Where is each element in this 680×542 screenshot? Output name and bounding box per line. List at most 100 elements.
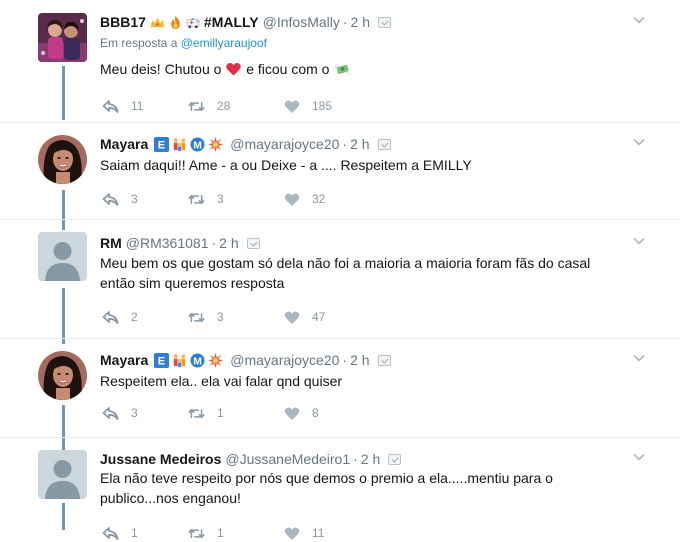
retweet-icon <box>188 408 205 418</box>
reply-count: 2 <box>131 310 138 324</box>
like-button[interactable]: 185 <box>284 99 332 114</box>
timestamp[interactable]: 2 h <box>350 136 369 152</box>
like-count: 8 <box>312 406 319 420</box>
name-emojis <box>150 15 204 30</box>
tweet-text: Meu deis! Chutou o e ficou com o <box>100 59 660 79</box>
reply-icon <box>102 310 119 324</box>
chevron-down-icon[interactable] <box>633 352 645 364</box>
reply-icon <box>102 192 119 206</box>
avatar[interactable] <box>38 351 87 400</box>
tweet-header: Jussane Medeiros @JussaneMedeiro1 · 2 h <box>100 448 402 470</box>
tweet-text-line: publico...nos enganou! <box>100 490 241 506</box>
tweet-text-part: e ficou com o <box>246 61 330 77</box>
heart-icon <box>284 310 300 324</box>
chevron-down-icon[interactable] <box>633 136 645 148</box>
reply-count: 3 <box>131 406 138 420</box>
user-handle[interactable]: @mayarajoyce20 <box>230 136 339 152</box>
display-name[interactable]: BBB17 <box>100 14 146 30</box>
user-handle[interactable]: @InfosMally <box>263 14 340 30</box>
money-with-wings-emoji <box>334 64 351 75</box>
separator-dot: · <box>353 451 358 467</box>
display-name[interactable]: Jussane Medeiros <box>100 451 221 467</box>
like-button[interactable]: 32 <box>284 192 325 207</box>
timestamp[interactable]: 2 h <box>219 235 238 251</box>
chevron-down-icon[interactable] <box>633 14 645 26</box>
reply-button[interactable]: 3 <box>102 406 188 421</box>
tweet-text: Meu bem os que gostam só dela não foi a … <box>100 253 660 293</box>
tweet-actions: 1 1 11 <box>102 524 324 542</box>
retweet-icon <box>188 101 205 111</box>
collision-emoji <box>208 352 224 368</box>
retweet-button[interactable]: 3 <box>188 192 284 207</box>
thread-line <box>62 66 65 120</box>
reply-label: Em resposta a <box>100 36 178 50</box>
retweet-count: 28 <box>217 99 231 113</box>
reply-button[interactable]: 2 <box>102 310 188 325</box>
tweet-text-line: então sim queremos resposta <box>100 275 285 291</box>
user-handle[interactable]: @RM361081 <box>126 235 209 251</box>
timestamp[interactable]: 2 h <box>351 14 370 30</box>
heart-icon <box>284 526 300 540</box>
avatar[interactable] <box>38 450 87 499</box>
timestamp[interactable]: 2 h <box>350 352 369 368</box>
collision-emoji <box>208 136 224 152</box>
tweet-actions: 11 28 185 <box>102 97 332 115</box>
tweet-separator <box>0 219 680 220</box>
like-button[interactable]: 47 <box>284 310 325 325</box>
timestamp[interactable]: 2 h <box>361 451 380 467</box>
display-name[interactable]: RM <box>100 235 122 251</box>
user-handle[interactable]: @JussaneMedeiro1 <box>225 451 350 467</box>
svg-text:E: E <box>158 139 166 151</box>
retweet-button[interactable]: 1 <box>188 406 284 421</box>
tweet-separator <box>0 122 680 123</box>
circled-m-emoji: M <box>190 136 205 152</box>
reply-count: 1 <box>131 526 138 540</box>
tweet-header: Mayara E M @mayarajoyce20 · 2 h <box>100 133 391 155</box>
default-avatar-icon <box>38 450 87 499</box>
tweet-text-line: Ela não teve respeito por nós que demos … <box>100 470 553 486</box>
thread-line <box>62 190 65 230</box>
retweet-icon <box>188 312 205 322</box>
reply-context: Em resposta a @emillyaraujoof <box>100 36 267 50</box>
chevron-down-icon[interactable] <box>633 451 645 463</box>
retweet-count: 3 <box>217 192 224 206</box>
family-emoji <box>174 353 186 367</box>
tweet-text: Respeitem ela.. ela vai falar qnd quiser <box>100 373 343 389</box>
tweet-actions: 2 3 47 <box>102 308 325 326</box>
red-heart-emoji <box>226 62 242 76</box>
avatar[interactable] <box>38 13 87 62</box>
thread-line <box>62 405 65 450</box>
retweet-button[interactable]: 28 <box>188 99 284 114</box>
avatar[interactable] <box>38 232 87 281</box>
svg-text:E: E <box>158 355 166 367</box>
retweet-icon <box>188 528 205 538</box>
display-name[interactable]: Mayara <box>100 136 148 152</box>
heart-icon <box>284 99 300 113</box>
retweet-button[interactable]: 3 <box>188 310 284 325</box>
heart-icon <box>284 192 300 206</box>
retweet-button[interactable]: 1 <box>188 526 284 541</box>
avatar[interactable] <box>38 135 87 184</box>
heart-icon <box>284 406 300 420</box>
separator-dot: · <box>342 136 348 152</box>
tweet-actions: 3 3 32 <box>102 190 325 208</box>
user-handle[interactable]: @mayarajoyce20 <box>230 352 339 368</box>
reply-button[interactable]: 3 <box>102 192 188 207</box>
like-button[interactable]: 11 <box>284 526 324 541</box>
photo-icon <box>377 138 391 150</box>
reply-to-link[interactable]: @emillyaraujoof <box>181 36 267 50</box>
separator-dot: · <box>211 235 217 251</box>
reply-button[interactable]: 1 <box>102 526 188 541</box>
letter-e-emoji: E <box>154 136 170 152</box>
tweet-separator <box>0 338 680 339</box>
reply-button[interactable]: 11 <box>102 99 188 114</box>
like-button[interactable]: 8 <box>284 406 319 421</box>
retweet-count: 1 <box>217 406 224 420</box>
chevron-down-icon[interactable] <box>633 235 645 247</box>
ambulance-emoji <box>186 17 200 28</box>
name-emojis: E M <box>154 352 226 368</box>
display-name[interactable]: Mayara <box>100 352 148 368</box>
photo-icon <box>377 354 391 366</box>
crown-emoji <box>150 17 164 27</box>
tweet-text: Saiam daqui!! Ame - a ou Deixe - a .... … <box>100 157 472 173</box>
